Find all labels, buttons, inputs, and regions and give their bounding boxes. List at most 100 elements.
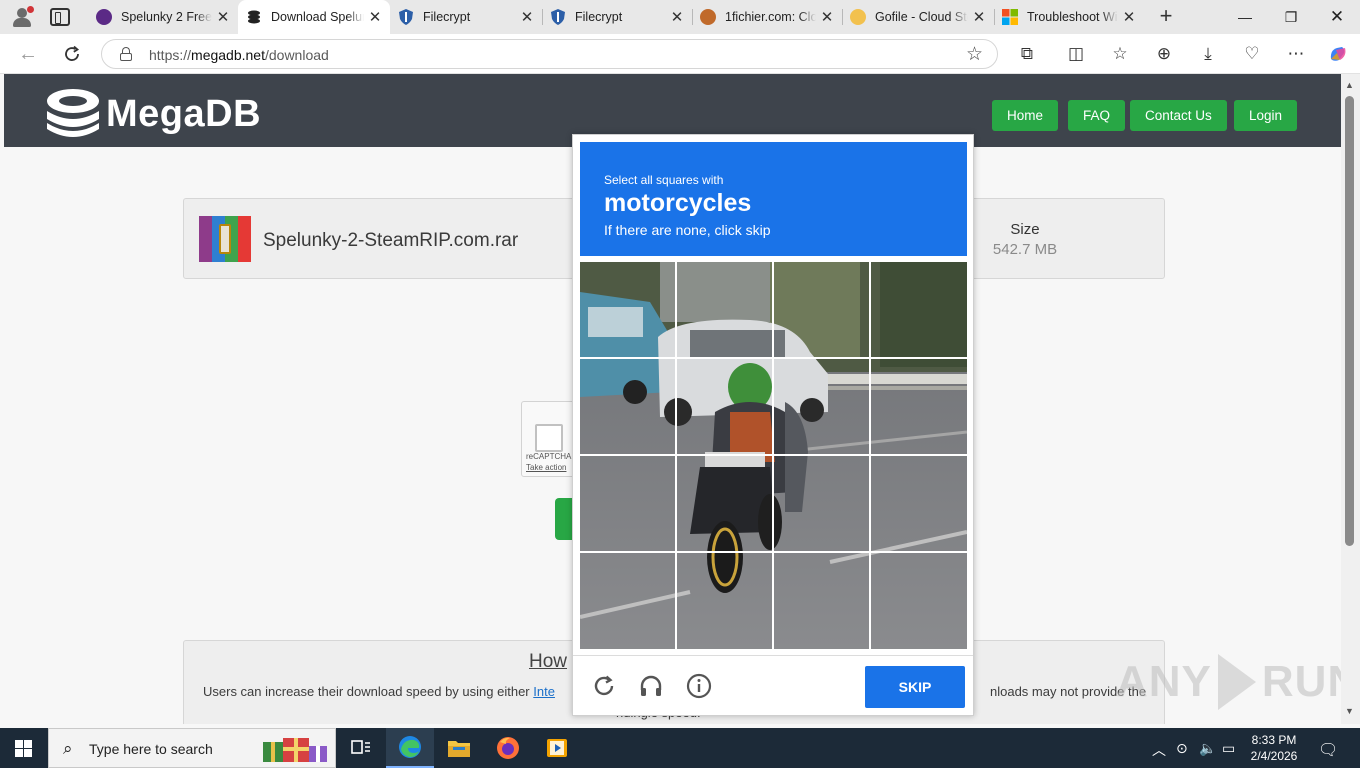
more-menu-icon[interactable]: ⋯ [1284,42,1308,66]
recaptcha-checkbox[interactable] [535,424,563,452]
notification-center-icon[interactable]: 🗨 [1318,740,1338,760]
tab-filecrypt-1[interactable]: Filecrypt ✕ [390,0,542,34]
network-icon[interactable]: ▭ [1222,740,1235,757]
tab-1fichier[interactable]: 1fichier.com: Clou ✕ [692,0,842,34]
captcha-tile[interactable] [871,456,967,552]
vpn-tray-icon[interactable]: ⊙ [1176,740,1188,757]
shield-icon [550,9,566,25]
captcha-footer: SKIP [573,655,973,716]
minimize-icon[interactable]: — [1222,0,1268,34]
tab-download-spelunky[interactable]: Download Spelunk ✕ [238,0,390,34]
tab-filecrypt-2[interactable]: Filecrypt ✕ [542,0,692,34]
database-stack-icon [44,87,102,141]
close-window-icon[interactable]: ✕ [1314,0,1360,34]
recaptcha-take-action-link[interactable]: Take action [526,463,566,472]
close-icon[interactable]: ✕ [1118,8,1140,26]
skip-button[interactable]: SKIP [865,666,965,708]
info-icon[interactable] [685,672,713,700]
nav-faq-button[interactable]: FAQ [1068,100,1126,131]
browser-essentials-icon[interactable]: ♡ [1240,42,1264,66]
close-icon[interactable]: ✕ [968,8,990,26]
captcha-tile[interactable] [774,262,870,358]
browser-tab-bar: Spelunky 2 Free D ✕ Download Spelunk ✕ F… [0,0,1360,34]
windows-start-icon[interactable] [15,740,32,757]
search-icon: ⌕ [63,739,73,758]
tab-title: 1fichier.com: Clou [725,10,816,24]
nav-home-button[interactable]: Home [992,100,1059,131]
system-clock[interactable]: 8:33 PM 2/4/2026 [1244,732,1304,764]
captcha-tile[interactable] [580,359,676,455]
new-tab-plus-icon[interactable]: + [1154,5,1178,29]
tab-spelunky-free[interactable]: Spelunky 2 Free D ✕ [88,0,238,34]
search-placeholder: Type here to search [89,741,213,757]
tab-gofile[interactable]: Gofile - Cloud Sto ✕ [842,0,994,34]
info-text: Users can increase their download speed … [203,684,555,699]
captcha-tile[interactable] [871,359,967,455]
captcha-tile[interactable] [774,456,870,552]
windows-taskbar: ⌕ Type here to search ︿ ⊙ 🔈 ▭ 8:33 PM 2/… [0,728,1360,768]
close-icon[interactable]: ✕ [212,8,234,26]
captcha-tile[interactable] [580,262,676,358]
info-title: How [529,651,568,672]
captcha-tile[interactable] [774,553,870,649]
url-input[interactable]: https://megadb.net/download ☆ [101,39,998,69]
file-explorer-icon[interactable] [435,728,483,768]
squirrel-icon [700,9,716,25]
audio-headphones-icon[interactable] [637,672,665,700]
back-arrow-icon[interactable]: ← [14,40,42,68]
rar-archive-icon [199,216,251,262]
close-icon[interactable]: ✕ [516,8,538,26]
scroll-up-arrow-icon[interactable]: ▲ [1345,80,1354,90]
taskbar-search-box[interactable]: ⌕ Type here to search [48,728,336,768]
downloads-icon[interactable]: ⤓ [1196,42,1220,66]
profile-avatar-icon[interactable] [10,6,34,28]
firefox-icon[interactable] [484,728,532,768]
captcha-instructions: Select all squares with motorcycles If t… [580,142,967,256]
captcha-image-grid [580,262,967,649]
play-icon [1217,654,1256,710]
tab-troubleshoot[interactable]: Troubleshoot Wi ✕ [994,0,1144,34]
scrollbar-thumb[interactable] [1345,96,1354,546]
captcha-tile[interactable] [677,553,773,649]
tab-title: Gofile - Cloud Sto [875,10,968,24]
nav-login-button[interactable]: Login [1234,100,1298,131]
tab-actions-icon[interactable] [50,8,70,26]
anyrun-watermark: ANYRUN [1116,654,1341,710]
copilot-icon[interactable] [1326,42,1350,66]
captcha-tile[interactable] [580,456,676,552]
extensions-puzzle-icon[interactable]: ⧉ [1015,42,1039,66]
recaptcha-label: reCAPTCHA [526,452,572,461]
show-hidden-icons-chevron-icon[interactable]: ︿ [1152,740,1166,760]
captcha-hint: If there are none, click skip [604,222,771,238]
restore-icon[interactable]: ❐ [1268,0,1314,34]
task-view-icon[interactable] [337,728,385,768]
collections-icon[interactable]: ⊕ [1152,42,1176,66]
megadb-logo[interactable]: MegaDB [44,87,261,141]
size-value: 542.7 MB [992,241,1058,258]
edge-taskbar-icon[interactable] [386,728,434,768]
page-scrollbar[interactable]: ▲ ▼ [1341,74,1360,724]
captcha-tile[interactable] [774,359,870,455]
refresh-icon[interactable] [58,40,86,68]
close-icon[interactable]: ✕ [666,8,688,26]
media-player-icon[interactable] [533,728,581,768]
captcha-tile[interactable] [677,262,773,358]
close-icon[interactable]: ✕ [364,8,386,26]
close-icon[interactable]: ✕ [816,8,838,26]
captcha-tile[interactable] [677,359,773,455]
split-screen-icon[interactable]: ◫ [1064,42,1088,66]
internet-download-manager-link[interactable]: Inte [533,684,555,699]
volume-icon[interactable]: 🔈 [1199,740,1216,757]
captcha-tile[interactable] [871,553,967,649]
captcha-tile[interactable] [677,456,773,552]
captcha-tile[interactable] [871,262,967,358]
captcha-tile[interactable] [580,553,676,649]
nav-contact-button[interactable]: Contact Us [1130,100,1227,131]
scroll-down-arrow-icon[interactable]: ▼ [1345,706,1354,716]
lock-icon[interactable] [120,47,132,61]
reload-icon[interactable] [590,672,618,700]
favorite-star-icon[interactable]: ☆ [966,43,983,66]
tab-title: Download Spelunk [271,10,364,24]
captcha-prompt: Select all squares with [604,173,724,187]
favorites-icon[interactable]: ☆ [1108,42,1132,66]
